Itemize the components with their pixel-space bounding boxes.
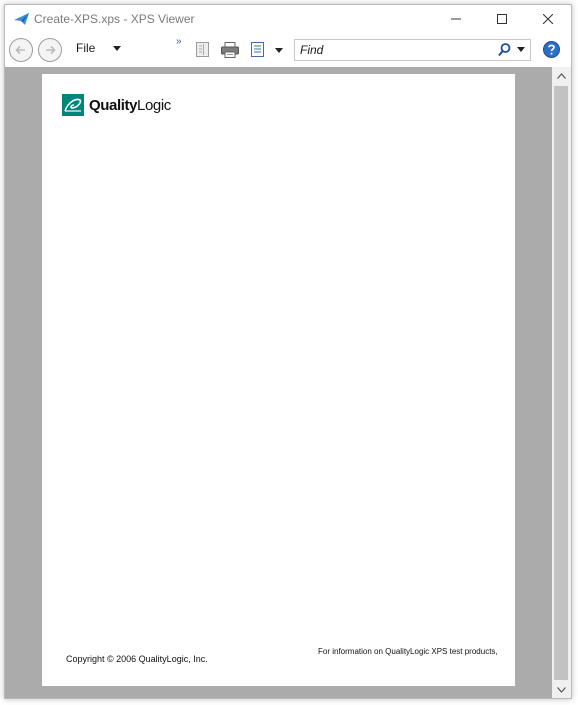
logo-text-bold: Quality	[89, 96, 138, 114]
logo-text-light: Logic	[137, 96, 171, 114]
page-layout-icon[interactable]	[195, 42, 210, 57]
minimize-icon	[451, 18, 461, 20]
file-menu[interactable]: File	[76, 41, 122, 55]
scroll-down-button[interactable]	[552, 681, 571, 698]
view-dropdown-chevron-icon[interactable]	[275, 48, 283, 53]
qualitylogic-logo-mark	[62, 94, 84, 116]
copyright-text: Copyright © 2006 QualityLogic, Inc.	[66, 654, 208, 664]
window-title: Create-XPS.xps - XPS Viewer	[34, 12, 195, 26]
chevron-down-icon	[113, 45, 122, 51]
search-icon[interactable]	[498, 43, 511, 57]
document-page: QualityLogic For information on QualityL…	[42, 74, 515, 686]
qualitylogic-logo: QualityLogic	[62, 94, 171, 116]
close-icon	[543, 14, 553, 24]
close-button[interactable]	[525, 5, 571, 33]
find-box	[294, 39, 531, 61]
title-bar: Create-XPS.xps - XPS Viewer	[5, 5, 571, 33]
view-icon[interactable]	[251, 42, 265, 57]
vertical-scrollbar[interactable]	[552, 67, 571, 698]
file-menu-label: File	[76, 41, 96, 55]
xps-viewer-window: Create-XPS.xps - XPS Viewer File » Find …	[4, 4, 572, 699]
minimize-button[interactable]	[433, 5, 479, 33]
toolbar: File »	[5, 34, 571, 66]
document-viewport[interactable]: QualityLogic For information on QualityL…	[5, 67, 552, 698]
scroll-up-button[interactable]	[552, 67, 571, 84]
maximize-icon	[497, 14, 507, 24]
info-text: For information on QualityLogic XPS test…	[318, 647, 498, 656]
scrollbar-thumb[interactable]	[554, 86, 568, 680]
xps-viewer-icon	[14, 13, 29, 25]
logo-wordmark: QualityLogic	[89, 97, 171, 114]
navigation-buttons	[9, 38, 62, 62]
chevron-down-icon	[557, 686, 566, 693]
maximize-button[interactable]	[479, 5, 525, 33]
back-button[interactable]	[9, 38, 33, 62]
print-icon[interactable]	[221, 42, 239, 58]
find-options-chevron-icon[interactable]	[517, 47, 525, 52]
forward-button[interactable]	[38, 38, 62, 62]
help-icon[interactable]	[543, 41, 560, 58]
chevron-up-icon	[557, 72, 566, 79]
toolbar-overflow-button[interactable]: »	[176, 36, 181, 47]
find-input[interactable]	[295, 40, 485, 60]
